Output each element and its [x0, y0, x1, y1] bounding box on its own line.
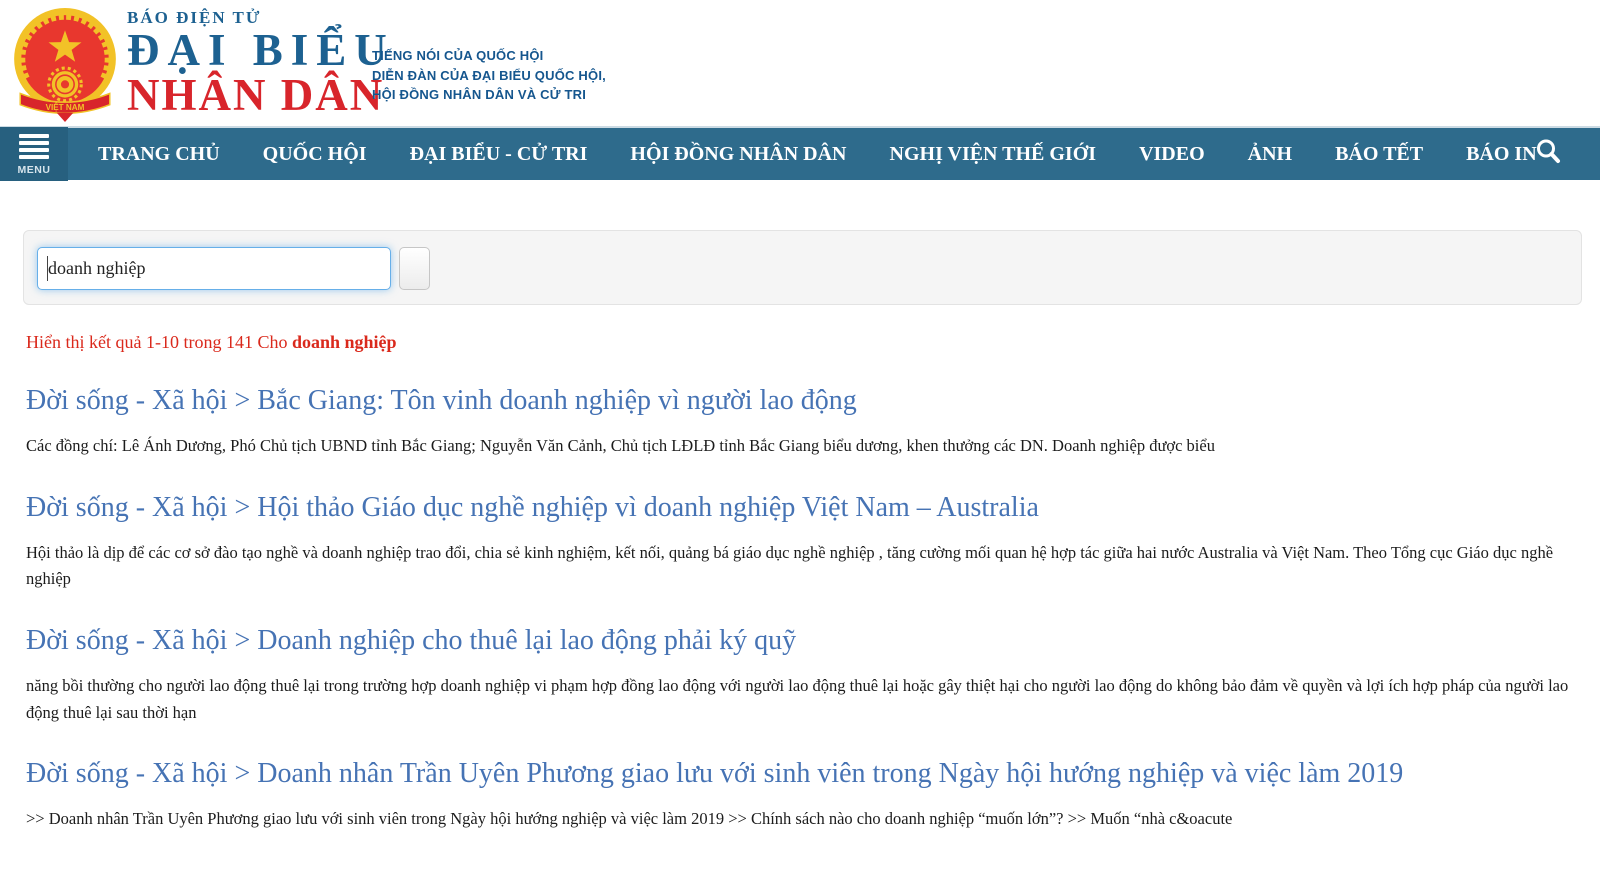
result-snippet: Hội thảo là dịp để các cơ sở đào tạo ngh…: [26, 540, 1578, 593]
logo-title-line2: NHÂN DÂN: [127, 74, 395, 117]
nav-item-video[interactable]: VIDEO: [1139, 143, 1205, 166]
nav-item-quoc-hoi[interactable]: QUỐC HỘI: [263, 143, 367, 166]
vietnam-national-emblem-icon: VIỆT NAM: [12, 5, 118, 123]
search-input-wrap: [37, 247, 391, 290]
tagline-line: HỘI ĐỒNG NHÂN DÂN VÀ CỬ TRI: [372, 85, 606, 105]
result-item: Đời sống - Xã hội > Doanh nghiệp cho thu…: [26, 623, 1578, 726]
nav-item-anh[interactable]: ẢNH: [1248, 143, 1292, 166]
main-nav: MENU TRANG CHỦ QUỐC HỘI ĐẠI BIỂU - CỬ TR…: [0, 126, 1600, 180]
result-item: Đời sống - Xã hội > Doanh nhân Trần Uyên…: [26, 756, 1578, 833]
text-cursor: [47, 256, 48, 281]
results-summary-term: doanh nghiệp: [292, 332, 397, 352]
logo-title-line1: ĐẠI BIỂU: [127, 28, 395, 74]
results-list: Đời sống - Xã hội > Bắc Giang: Tôn vinh …: [26, 383, 1578, 833]
tagline-line: DIỄN ĐÀN CỦA ĐẠI BIỂU QUỐC HỘI,: [372, 66, 606, 86]
result-title-link[interactable]: Đời sống - Xã hội > Hội thảo Giáo dục ng…: [26, 490, 1578, 527]
nav-item-dai-bieu-cu-tri[interactable]: ĐẠI BIỂU - CỬ TRI: [410, 143, 588, 166]
nav-item-hoi-dong-nhan-dan[interactable]: HỘI ĐỒNG NHÂN DÂN: [630, 143, 846, 166]
result-title-link[interactable]: Đời sống - Xã hội > Doanh nhân Trần Uyên…: [26, 756, 1578, 793]
site-logo[interactable]: BÁO ĐIỆN TỬ ĐẠI BIỂU NHÂN DÂN: [127, 8, 395, 117]
result-title-link[interactable]: Đời sống - Xã hội > Doanh nghiệp cho thu…: [26, 623, 1578, 660]
result-title-link[interactable]: Đời sống - Xã hội > Bắc Giang: Tôn vinh …: [26, 383, 1578, 420]
menu-button-label: MENU: [18, 164, 51, 176]
site-header: VIỆT NAM BÁO ĐIỆN TỬ ĐẠI BIỂU NHÂN DÂN T…: [0, 0, 1600, 126]
search-input[interactable]: [37, 247, 391, 290]
site-tagline: TIẾNG NÓI CỦA QUỐC HỘI DIỄN ĐÀN CỦA ĐẠI …: [372, 46, 606, 105]
hamburger-icon: [19, 133, 49, 161]
result-snippet: >> Doanh nhân Trần Uyên Phương giao lưu …: [26, 806, 1578, 833]
result-snippet: Các đồng chí: Lê Ánh Dương, Phó Chủ tịch…: [26, 433, 1578, 460]
search-panel: [23, 230, 1582, 305]
nav-item-nghi-vien-the-gioi[interactable]: NGHỊ VIỆN THẾ GIỚI: [890, 143, 1097, 166]
nav-item-trang-chu[interactable]: TRANG CHỦ: [98, 143, 220, 166]
result-snippet: năng bồi thường cho người lao động thuê …: [26, 673, 1578, 726]
emblem-caption: VIỆT NAM: [46, 101, 85, 112]
result-item: Đời sống - Xã hội > Bắc Giang: Tôn vinh …: [26, 383, 1578, 460]
nav-item-bao-tet[interactable]: BÁO TẾT: [1335, 143, 1423, 166]
results-summary: Hiển thị kết quả 1-10 trong 141 Cho doan…: [26, 332, 1600, 353]
result-item: Đời sống - Xã hội > Hội thảo Giáo dục ng…: [26, 490, 1578, 593]
search-icon[interactable]: [1534, 138, 1562, 171]
search-submit-button[interactable]: [399, 247, 430, 290]
results-summary-prefix: Hiển thị kết quả 1-10 trong 141 Cho: [26, 332, 292, 352]
tagline-line: TIẾNG NÓI CỦA QUỐC HỘI: [372, 46, 606, 66]
menu-button[interactable]: MENU: [0, 127, 68, 181]
nav-item-bao-in[interactable]: BÁO IN: [1466, 143, 1537, 166]
